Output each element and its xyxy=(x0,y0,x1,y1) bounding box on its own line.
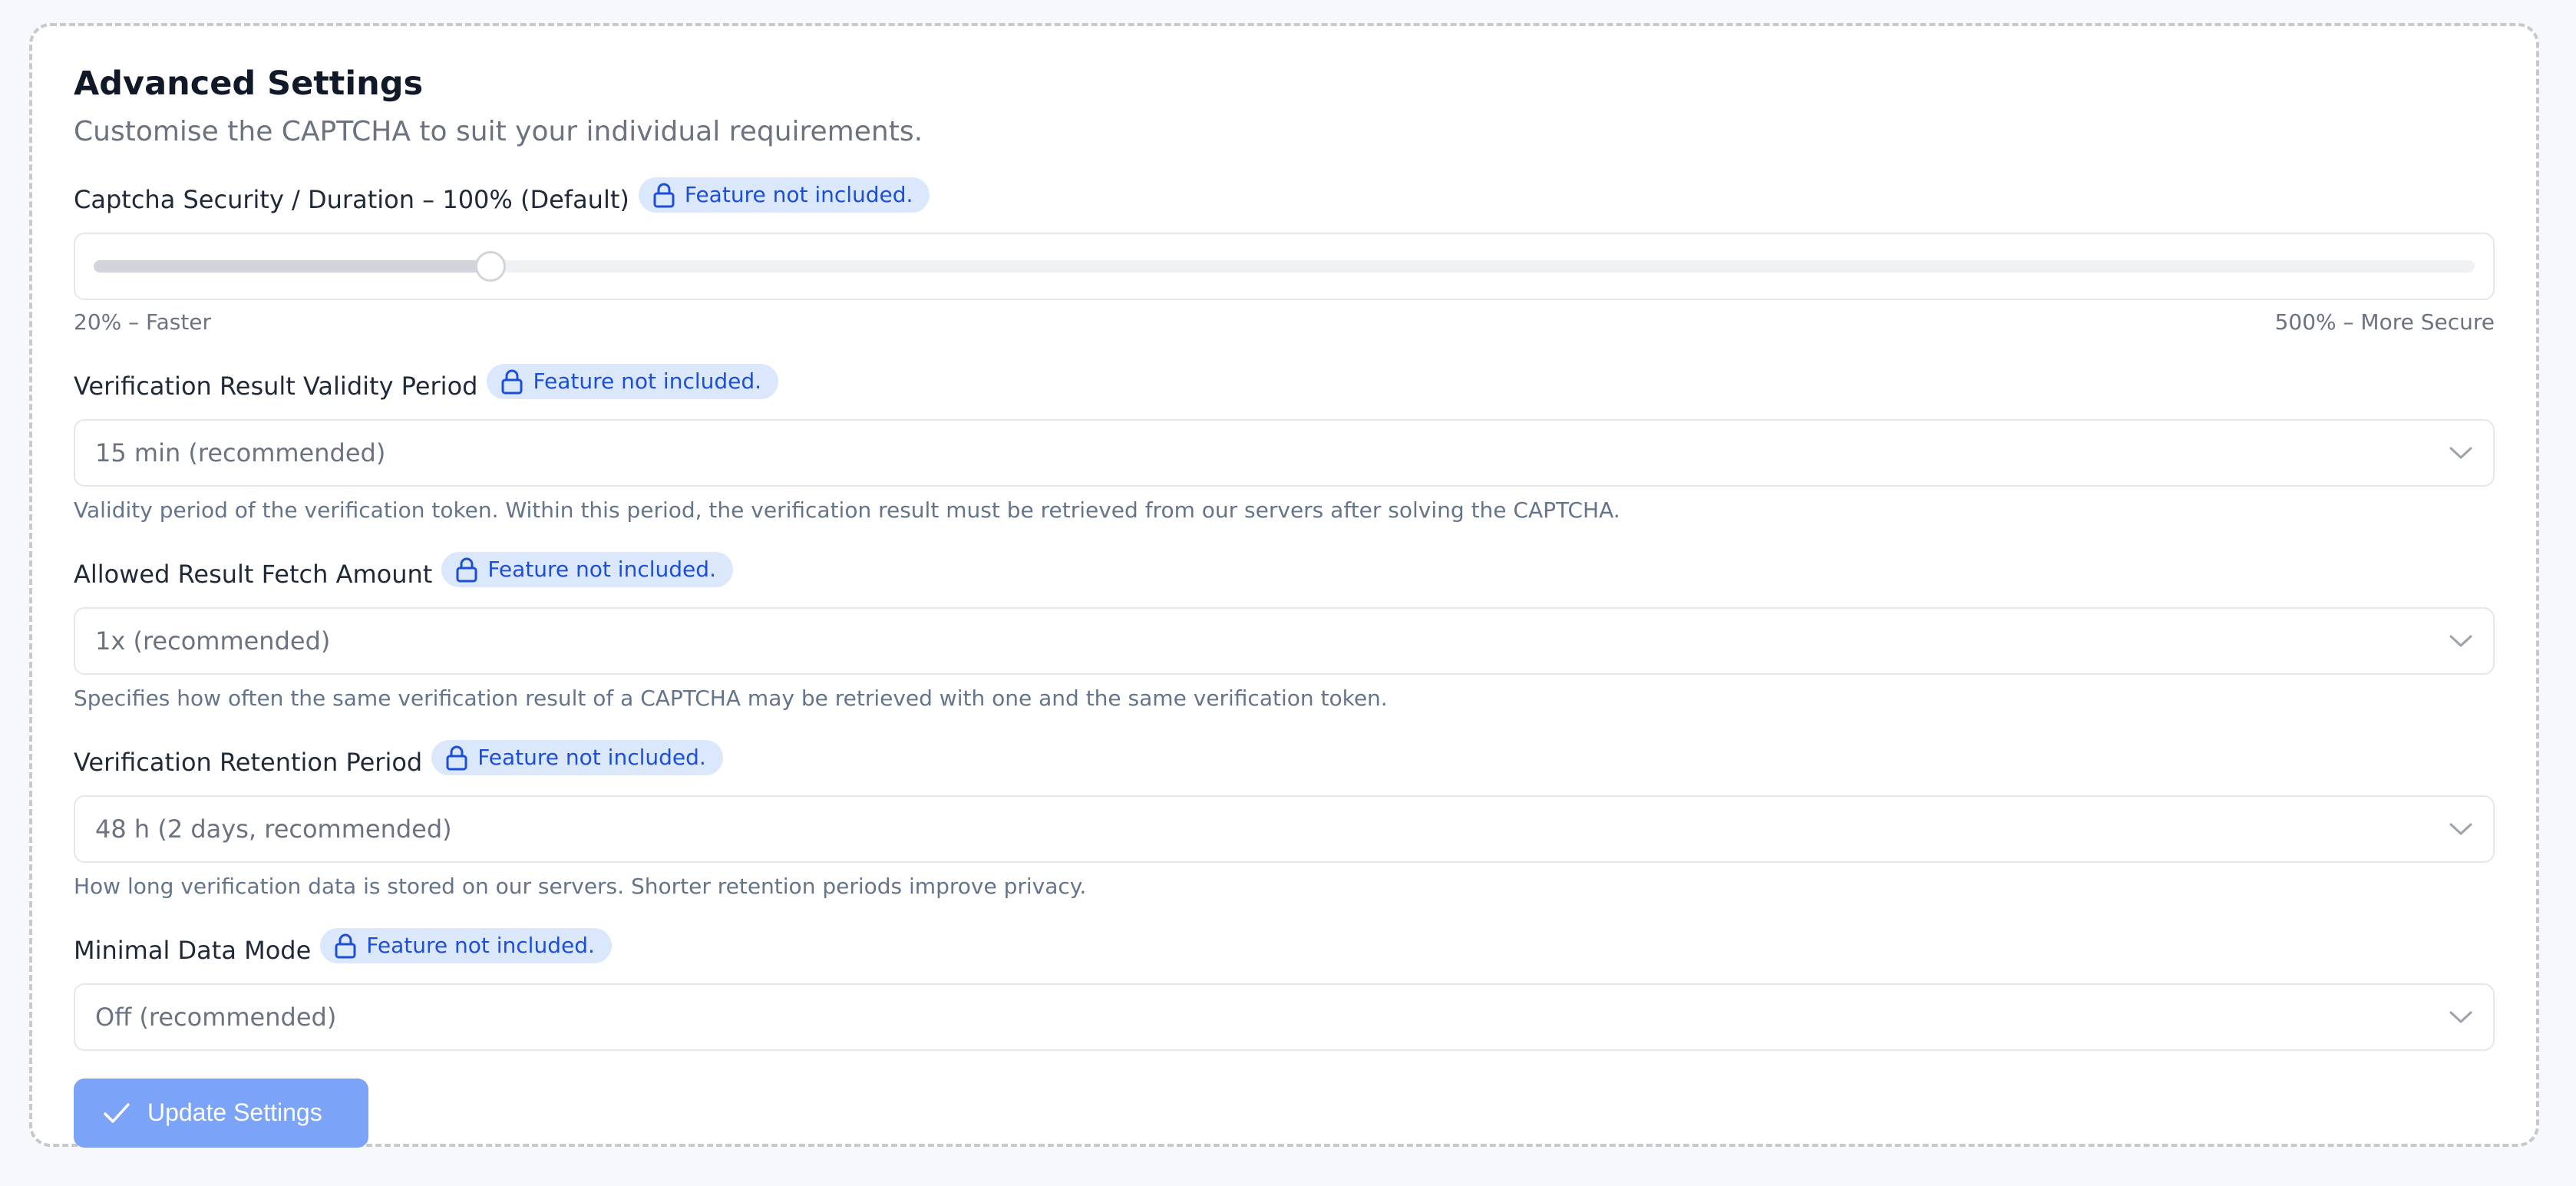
badge-text: Feature not included. xyxy=(533,368,762,395)
slider-fill xyxy=(94,259,490,273)
retention-label-row: Verification Retention Period Feature no… xyxy=(74,739,2495,780)
minimal-label-row: Minimal Data Mode Feature not included. xyxy=(74,927,2495,968)
lock-icon xyxy=(446,745,467,771)
lock-icon xyxy=(653,183,675,208)
validity-value: 15 min (recommended) xyxy=(95,438,386,467)
chevron-down-icon xyxy=(2449,635,2472,647)
minimal-label: Minimal Data Mode xyxy=(74,935,312,965)
feature-badge: Feature not included. xyxy=(431,739,723,775)
fetch-help: Specifies how often the same verificatio… xyxy=(74,685,1388,711)
validity-label-row: Verification Result Validity Period Feat… xyxy=(74,363,2495,404)
minimal-value: Off (recommended) xyxy=(95,1002,337,1032)
lock-icon xyxy=(501,369,523,395)
fetch-select[interactable]: 1x (recommended) xyxy=(74,606,2495,675)
slider-max-label: 500% – More Secure xyxy=(2274,309,2495,335)
security-field: Captcha Security / Duration – 100% (Defa… xyxy=(74,177,2495,335)
badge-text: Feature not included. xyxy=(477,745,706,771)
security-label-row: Captcha Security / Duration – 100% (Defa… xyxy=(74,177,2495,217)
minimal-select[interactable]: Off (recommended) xyxy=(74,983,2495,1051)
fetch-value: 1x (recommended) xyxy=(95,626,331,656)
security-slider[interactable] xyxy=(74,232,2495,300)
badge-text: Feature not included. xyxy=(366,933,595,959)
lock-icon xyxy=(456,557,477,583)
lock-icon xyxy=(335,933,356,959)
slider-min-label: 20% – Faster xyxy=(74,309,212,335)
slider-track[interactable] xyxy=(94,250,2475,282)
feature-badge: Feature not included. xyxy=(441,551,733,587)
check-icon xyxy=(104,1103,130,1123)
update-settings-label: Update Settings xyxy=(147,1098,322,1127)
feature-badge: Feature not included. xyxy=(320,927,612,963)
minimal-field: Minimal Data Mode Feature not included. … xyxy=(74,927,2495,1051)
update-settings-button[interactable]: Update Settings xyxy=(74,1078,368,1148)
validity-field: Verification Result Validity Period Feat… xyxy=(74,363,2495,523)
security-label: Captcha Security / Duration – 100% (Defa… xyxy=(74,184,629,214)
retention-value: 48 h (2 days, recommended) xyxy=(95,814,452,844)
validity-label: Verification Result Validity Period xyxy=(74,371,478,401)
validity-select[interactable]: 15 min (recommended) xyxy=(74,418,2495,487)
slider-scale: 20% – Faster 500% – More Secure xyxy=(74,309,2495,335)
validity-help: Validity period of the verification toke… xyxy=(74,497,1620,523)
retention-select[interactable]: 48 h (2 days, recommended) xyxy=(74,795,2495,863)
chevron-down-icon xyxy=(2449,447,2472,459)
badge-text: Feature not included. xyxy=(487,557,716,583)
chevron-down-icon xyxy=(2449,1011,2472,1023)
retention-help: How long verification data is stored on … xyxy=(74,873,1087,899)
badge-text: Feature not included. xyxy=(684,182,913,208)
fetch-field: Allowed Result Fetch Amount Feature not … xyxy=(74,551,2495,711)
slider-thumb[interactable] xyxy=(474,250,506,282)
retention-label: Verification Retention Period xyxy=(74,747,423,777)
retention-field: Verification Retention Period Feature no… xyxy=(74,739,2495,899)
feature-badge: Feature not included. xyxy=(487,363,779,399)
advanced-settings-card: Advanced Settings Customise the CAPTCHA … xyxy=(29,23,2539,1148)
chevron-down-icon xyxy=(2449,823,2472,835)
card-title: Advanced Settings xyxy=(74,64,424,103)
fetch-label: Allowed Result Fetch Amount xyxy=(74,559,433,589)
feature-badge: Feature not included. xyxy=(638,177,930,213)
card-subtitle: Customise the CAPTCHA to suit your indiv… xyxy=(74,115,923,147)
fetch-label-row: Allowed Result Fetch Amount Feature not … xyxy=(74,551,2495,592)
